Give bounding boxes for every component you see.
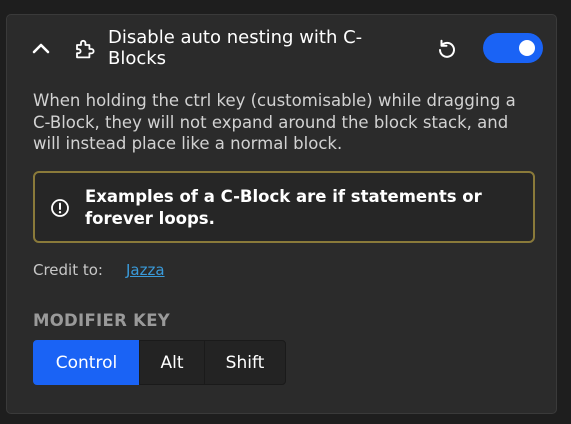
addon-setting-card: Disable auto nesting with C-Blocks When … [6, 14, 557, 414]
notice-box: Examples of a C-Block are if statements … [33, 171, 535, 243]
addon-header: Disable auto nesting with C-Blocks [7, 15, 556, 85]
enable-toggle[interactable] [483, 33, 543, 63]
credit-link[interactable]: Jazza [126, 260, 165, 280]
modifier-option-shift[interactable]: Shift [204, 340, 286, 385]
addon-title: Disable auto nesting with C-Blocks [108, 27, 363, 69]
info-icon [50, 198, 70, 218]
notice-text: Examples of a C-Block are if statements … [85, 187, 482, 228]
modifier-option-control[interactable]: Control [33, 340, 140, 385]
addon-description: When holding the ctrl key (customisable)… [33, 91, 516, 153]
puzzle-piece-icon [73, 36, 97, 60]
reset-icon[interactable] [435, 37, 459, 61]
credit-label: Credit to: [33, 261, 103, 279]
chevron-up-icon[interactable] [29, 37, 53, 61]
modifier-option-alt[interactable]: Alt [139, 340, 205, 385]
toggle-knob [519, 40, 535, 56]
modifier-key-label: MODIFIER KEY [33, 311, 171, 330]
